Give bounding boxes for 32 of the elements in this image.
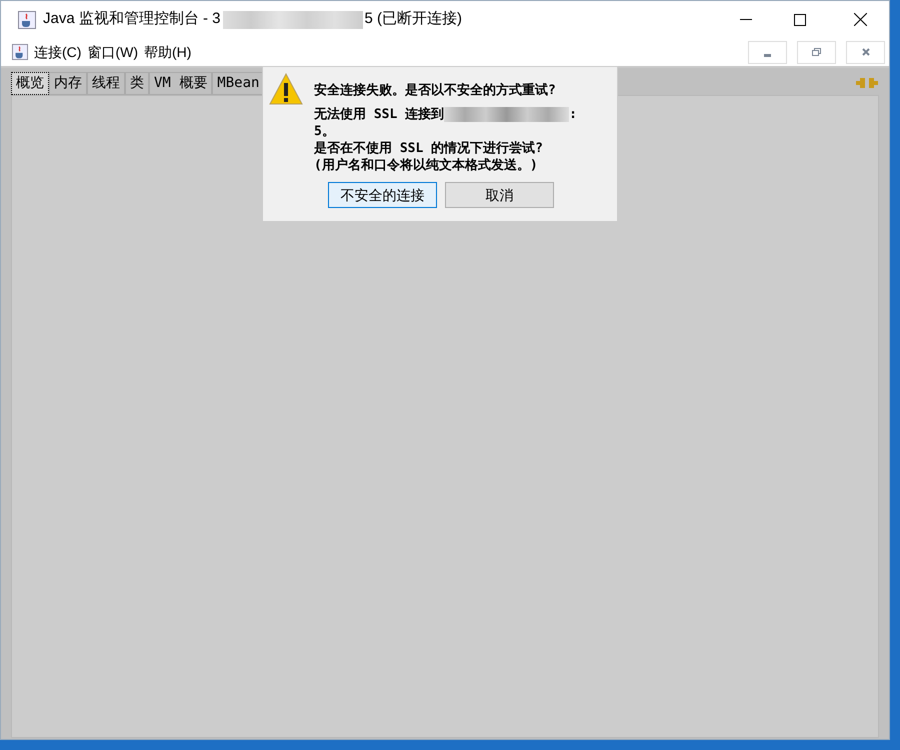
restore-icon [812, 48, 821, 56]
dialog-button[interactable]: 不安全的连接 [328, 182, 437, 208]
tab[interactable]: MBean [212, 72, 264, 95]
window-title: 5 (已断开连接) [364, 9, 462, 30]
window-title: Java 监视和管理控制台 - 3 [43, 9, 221, 30]
tab[interactable]: 概览 [11, 72, 49, 95]
menu-item[interactable]: 连接(C) [34, 42, 82, 62]
tab[interactable]: 线程 [87, 72, 125, 95]
tab[interactable]: VM 概要 [149, 72, 212, 95]
java-cup-icon [12, 44, 28, 60]
maximize-icon [794, 14, 806, 26]
dialog-text: (用户名和口令将以纯文本格式发送。) [314, 157, 539, 174]
restore-button[interactable] [797, 40, 836, 64]
dialog-text: : [569, 106, 577, 123]
dialog-text: 5。 [314, 123, 336, 140]
menu-item[interactable]: 窗口(W) [87, 42, 138, 62]
dialog-text: 是否在不使用 SSL 的情况下进行尝试? [314, 140, 544, 157]
minimize-icon [764, 54, 771, 56]
dialog-text: 无法使用 SSL 连接到 [314, 106, 444, 123]
close-icon [854, 13, 866, 26]
minimize-icon [740, 18, 752, 20]
tab[interactable]: 内存 [49, 72, 87, 95]
java-cup-icon [18, 10, 36, 28]
plug-icon [855, 76, 879, 90]
minimize-button[interactable] [748, 40, 787, 64]
warning-icon [269, 73, 303, 105]
dialog-heading: 安全连接失败。是否以不安全的方式重试? [314, 82, 557, 99]
menu-item[interactable]: 帮助(H) [144, 42, 192, 62]
dialog-button[interactable]: 取消 [445, 182, 554, 208]
close-button[interactable] [846, 40, 885, 64]
tab[interactable]: 类 [125, 72, 149, 95]
close-icon [862, 48, 870, 56]
